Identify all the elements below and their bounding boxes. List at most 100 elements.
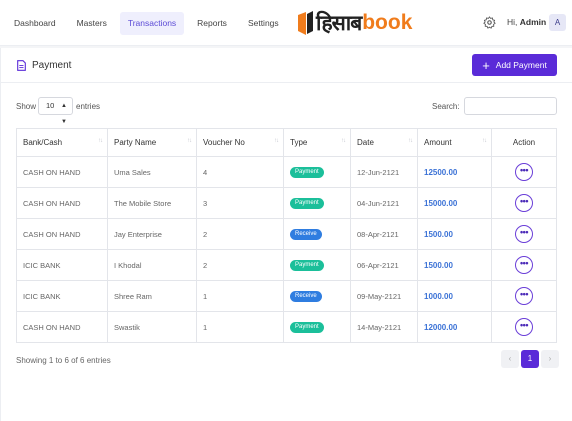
logo-suffix: book [362, 11, 413, 34]
user-name: Admin [519, 17, 547, 27]
search-input[interactable] [464, 97, 557, 115]
payments-table: Bank/Cash ↑↓ Party Name ↑↓ Voucher No ↑↓ Ty… [16, 128, 557, 343]
cell-voucher: 1 [196, 311, 284, 343]
cell-type: Receive [283, 218, 351, 250]
pagination: ‹ 1 › [499, 350, 559, 368]
cell-bank: CASH ON HAND [16, 187, 108, 219]
table-row: CASH ON HAND The Mobile Store 3 Payment … [16, 187, 557, 219]
cell-type: Payment [283, 249, 351, 281]
cell-amount: 1500.00 [417, 218, 492, 250]
cell-bank: ICIC BANK [16, 249, 108, 281]
main-nav: Dashboard Masters Transactions Reports S… [6, 12, 292, 35]
column-label: Amount [424, 138, 452, 147]
user-greeting: Hi, Admin [507, 17, 546, 27]
column-header-date[interactable]: Date ↑↓ [350, 128, 418, 157]
nav-reports[interactable]: Reports [189, 12, 235, 35]
sort-icon: ↑↓ [408, 138, 413, 144]
table-row: CASH ON HAND Swastik 1 Payment 14-May-21… [16, 311, 557, 343]
type-badge: Payment [290, 322, 324, 333]
cell-action: ••• [491, 249, 557, 281]
nav-transactions[interactable]: Transactions [119, 12, 185, 35]
cell-action: ••• [491, 156, 557, 188]
cell-bank: CASH ON HAND [16, 218, 108, 250]
cell-party: I Khodal [107, 249, 197, 281]
row-actions-button[interactable]: ••• [515, 287, 533, 305]
type-badge: Receive [290, 291, 322, 302]
cell-voucher: 3 [196, 187, 284, 219]
avatar[interactable]: A [549, 14, 566, 31]
cell-action: ••• [491, 218, 557, 250]
type-badge: Payment [290, 260, 324, 271]
row-actions-button[interactable]: ••• [515, 163, 533, 181]
page-1-button[interactable]: 1 [521, 350, 539, 368]
next-page-button[interactable]: › [541, 350, 559, 368]
row-actions-button[interactable]: ••• [515, 318, 533, 336]
nav-dashboard[interactable]: Dashboard [6, 12, 64, 35]
row-actions-button[interactable]: ••• [515, 225, 533, 243]
payment-card: Payment + Add Payment Show 10 ▲ ▼ entries… [0, 48, 572, 421]
column-header-amount[interactable]: Amount ↑↓ [417, 128, 492, 157]
table-info: Showing 1 to 6 of 6 entries [16, 356, 111, 365]
sort-icon: ↑↓ [482, 138, 487, 144]
cell-date: 04-Jun-2121 [350, 187, 418, 219]
nav-settings[interactable]: Settings [240, 12, 287, 35]
table-row: CASH ON HAND Uma Sales 4 Payment 12-Jun-… [16, 156, 557, 188]
type-badge: Payment [290, 167, 324, 178]
cell-amount: 12000.00 [417, 311, 492, 343]
cell-type: Payment [283, 187, 351, 219]
page-length-value: 10 [46, 101, 55, 110]
cell-date: 12-Jun-2121 [350, 156, 418, 188]
cell-amount: 1500.00 [417, 249, 492, 281]
column-header-type[interactable]: Type ↑↓ [283, 128, 351, 157]
cell-date: 09-May-2121 [350, 280, 418, 312]
cell-party: Swastik [107, 311, 197, 343]
logo-text: हिसाब [316, 11, 362, 35]
column-label: Date [357, 138, 374, 147]
cell-voucher: 2 [196, 218, 284, 250]
column-label: Voucher No [203, 138, 245, 147]
row-actions-button[interactable]: ••• [515, 194, 533, 212]
column-header-voucher[interactable]: Voucher No ↑↓ [196, 128, 284, 157]
top-navbar: Dashboard Masters Transactions Reports S… [0, 0, 572, 46]
brand-logo[interactable]: हिसाब book [296, 6, 412, 40]
document-icon [17, 60, 26, 71]
page-length-select[interactable]: 10 ▲ ▼ [38, 97, 73, 125]
search-label: Search: [432, 102, 460, 111]
sort-arrows-icon: ▲ ▼ [61, 103, 67, 125]
cell-party: The Mobile Store [107, 187, 197, 219]
cell-bank: CASH ON HAND [16, 311, 108, 343]
add-payment-label: Add Payment [495, 60, 547, 70]
prev-page-button[interactable]: ‹ [501, 350, 519, 368]
add-payment-button[interactable]: + Add Payment [472, 54, 557, 76]
column-header-party[interactable]: Party Name ↑↓ [107, 128, 197, 157]
cell-bank: CASH ON HAND [16, 156, 108, 188]
cell-date: 08-Apr-2121 [350, 218, 418, 250]
gear-icon[interactable] [483, 16, 496, 29]
sort-icon: ↑↓ [187, 138, 192, 144]
cell-party: Jay Enterprise [107, 218, 197, 250]
greeting-text: Hi, [507, 17, 518, 27]
row-actions-button[interactable]: ••• [515, 256, 533, 274]
column-label: Bank/Cash [23, 138, 63, 147]
show-label: Show [16, 102, 37, 111]
cell-party: Shree Ram [107, 280, 197, 312]
cell-type: Payment [283, 311, 351, 343]
cell-party: Uma Sales [107, 156, 197, 188]
cell-type: Receive [283, 280, 351, 312]
cell-amount: 15000.00 [417, 187, 492, 219]
cell-type: Payment [283, 156, 351, 188]
cell-voucher: 2 [196, 249, 284, 281]
sort-icon: ↑↓ [274, 138, 279, 144]
cell-voucher: 4 [196, 156, 284, 188]
nav-masters[interactable]: Masters [69, 12, 115, 35]
column-label: Party Name [114, 138, 157, 147]
sort-icon: ↑↓ [341, 138, 346, 144]
table-header-row: Bank/Cash ↑↓ Party Name ↑↓ Voucher No ↑↓ Ty… [16, 128, 557, 157]
cell-action: ••• [491, 187, 557, 219]
type-badge: Payment [290, 198, 324, 209]
book-icon [298, 11, 313, 35]
card-header: Payment + Add Payment [1, 48, 572, 83]
table-row: CASH ON HAND Jay Enterprise 2 Receive 08… [16, 218, 557, 250]
column-header-bank[interactable]: Bank/Cash ↑↓ [16, 128, 108, 157]
cell-amount: 1000.00 [417, 280, 492, 312]
